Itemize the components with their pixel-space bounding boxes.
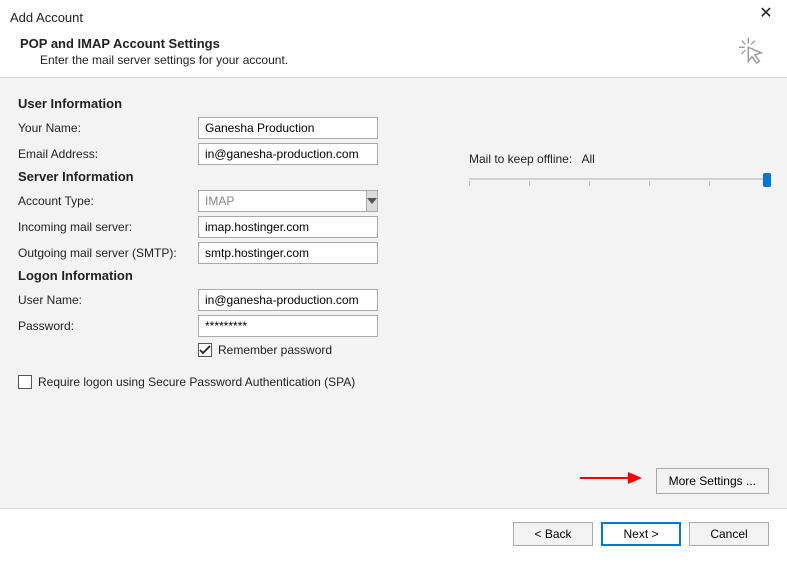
page-subtitle: Enter the mail server settings for your … xyxy=(40,53,737,67)
email-input[interactable] xyxy=(198,143,378,165)
spa-label: Require logon using Secure Password Auth… xyxy=(38,375,355,389)
cancel-button[interactable]: Cancel xyxy=(689,522,769,546)
label-incoming: Incoming mail server: xyxy=(18,220,198,234)
label-password: Password: xyxy=(18,319,198,333)
your-name-input[interactable] xyxy=(198,117,378,139)
window-title: Add Account xyxy=(10,10,83,25)
page-title: POP and IMAP Account Settings xyxy=(20,36,737,51)
label-account-type: Account Type: xyxy=(18,194,198,208)
mail-offline-value: All xyxy=(582,152,595,166)
close-icon[interactable]: ✕ xyxy=(755,6,777,28)
account-type-select[interactable] xyxy=(198,190,378,212)
arrow-icon xyxy=(580,468,650,488)
account-type-value xyxy=(198,190,367,212)
more-settings-button[interactable]: More Settings ... xyxy=(656,468,769,494)
label-your-name: Your Name: xyxy=(18,121,198,135)
remember-password-checkbox[interactable]: Remember password xyxy=(198,343,429,357)
label-outgoing: Outgoing mail server (SMTP): xyxy=(18,246,198,260)
outgoing-server-input[interactable] xyxy=(198,242,378,264)
mail-offline-label: Mail to keep offline: All xyxy=(469,152,769,166)
cursor-click-icon xyxy=(737,36,767,69)
mail-offline-slider[interactable] xyxy=(469,174,769,194)
label-email: Email Address: xyxy=(18,147,198,161)
user-name-input[interactable] xyxy=(198,289,378,311)
slider-thumb[interactable] xyxy=(763,173,771,187)
checkmark-icon xyxy=(198,343,212,357)
label-user-name: User Name: xyxy=(18,293,198,307)
section-logon-info: Logon Information xyxy=(18,268,429,283)
incoming-server-input[interactable] xyxy=(198,216,378,238)
section-server-info: Server Information xyxy=(18,169,429,184)
chevron-down-icon[interactable] xyxy=(367,190,378,212)
next-button[interactable]: Next > xyxy=(601,522,681,546)
password-input[interactable] xyxy=(198,315,378,337)
back-button[interactable]: < Back xyxy=(513,522,593,546)
spa-checkbox[interactable]: Require logon using Secure Password Auth… xyxy=(18,375,429,389)
section-user-info: User Information xyxy=(18,96,429,111)
remember-password-label: Remember password xyxy=(218,343,332,357)
checkbox-empty-icon xyxy=(18,375,32,389)
